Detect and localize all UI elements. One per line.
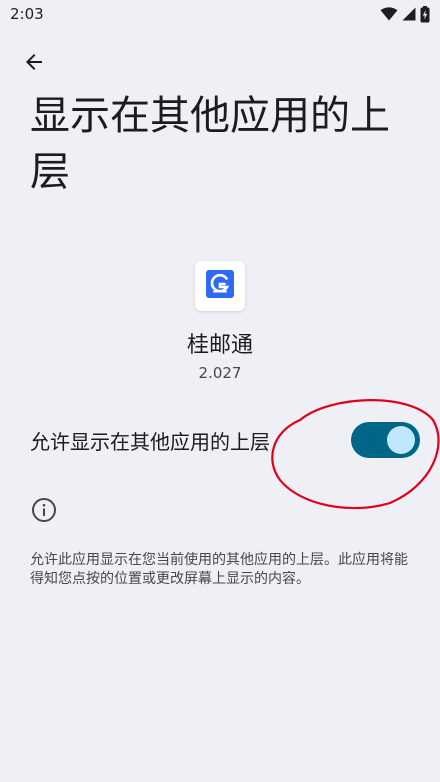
info-icon: [31, 497, 57, 523]
page-title: 显示在其他应用的上层: [30, 93, 390, 195]
allow-overlay-label: 允许显示在其他应用的上层: [30, 430, 270, 454]
guiyoutong-app-icon: [206, 270, 234, 302]
battery-charging-icon: [420, 5, 430, 23]
allow-overlay-toggle[interactable]: [351, 422, 420, 458]
toggle-thumb: [387, 426, 415, 454]
back-button[interactable]: [16, 46, 52, 82]
status-bar: 2:03: [0, 0, 440, 30]
app-icon: [195, 261, 245, 311]
permission-description: 允许此应用显示在您当前使用的其他应用的上层。此应用将能得知您点按的位置或更改屏幕…: [30, 552, 408, 587]
status-icons: [380, 5, 430, 23]
wifi-icon: [380, 7, 398, 21]
arrow-left-icon: [22, 50, 46, 78]
allow-overlay-row[interactable]: 允许显示在其他应用的上层: [0, 408, 440, 472]
signal-icon: [402, 7, 416, 21]
app-version: 2.027: [198, 364, 242, 382]
status-time: 2:03: [10, 5, 44, 23]
app-name: 桂邮通: [186, 333, 253, 358]
